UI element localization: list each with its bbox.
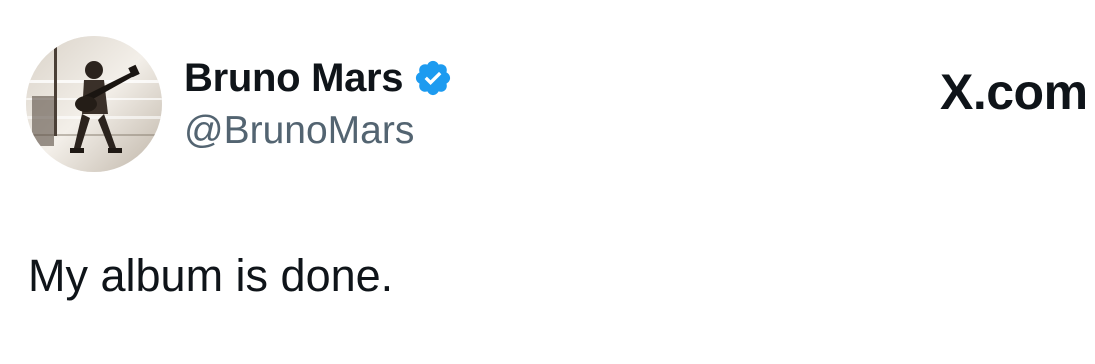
brand-watermark: X.com	[940, 64, 1088, 120]
avatar-photo-icon	[26, 36, 162, 172]
tweet-card: Bruno Mars @BrunoMars X.com My album is …	[0, 0, 1095, 364]
tweet-text: My album is done.	[28, 250, 394, 301]
name-row: Bruno Mars	[184, 54, 453, 102]
user-handle[interactable]: @BrunoMars	[184, 107, 414, 155]
display-name[interactable]: Bruno Mars	[184, 54, 404, 102]
verified-badge-icon	[413, 58, 453, 98]
avatar[interactable]	[26, 36, 162, 172]
